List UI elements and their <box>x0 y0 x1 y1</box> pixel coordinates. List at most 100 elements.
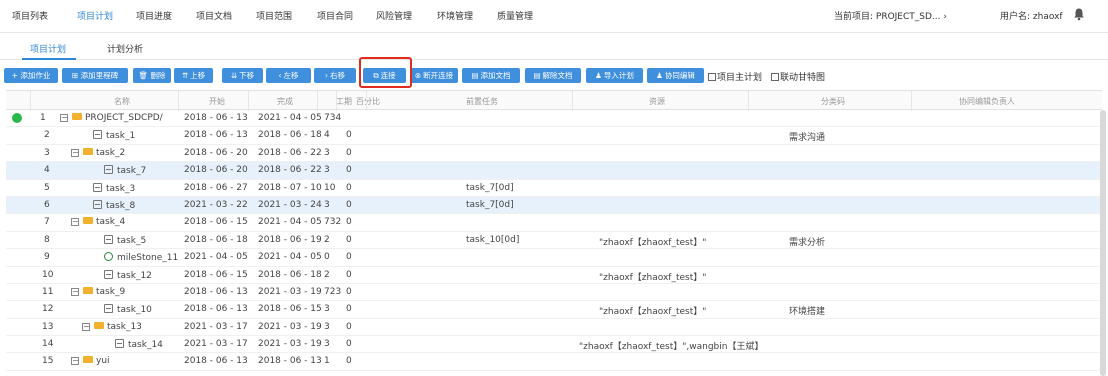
predecessor-cell[interactable]: task_10[0d] <box>466 235 519 245</box>
collapse-toggle-icon[interactable]: − <box>71 287 79 296</box>
duration-cell[interactable]: 3 <box>324 200 330 210</box>
category-cell[interactable]: 需求沟通 <box>789 130 825 143</box>
start-date-cell[interactable]: 2018 - 06 - 15 <box>184 217 248 227</box>
percent-cell[interactable]: 0 <box>346 183 352 193</box>
table-row[interactable]: 11 − task_9 2018 - 06 - 13 2021 - 03 - 19 723… <box>6 284 1102 302</box>
predecessor-cell[interactable]: task_7[0d] <box>466 183 514 193</box>
percent-cell[interactable]: 0 <box>346 287 352 297</box>
task-name-cell[interactable]: task_8 <box>93 199 135 211</box>
delete-button[interactable]: 🗑 删除 <box>133 68 171 83</box>
nav-risk-mgmt[interactable]: 风险管理 <box>376 9 412 22</box>
end-date-cell[interactable]: 2018 - 06 - 19 <box>258 235 322 245</box>
table-row[interactable]: 5 task_3 2018 - 06 - 27 2018 - 07 - 10 10 0 ta… <box>6 180 1102 197</box>
task-name-cell[interactable]: − PROJECT_SDCPD/ <box>60 113 163 123</box>
percent-cell[interactable]: 0 <box>346 130 352 140</box>
duration-cell[interactable]: 4 <box>324 130 330 140</box>
start-date-cell[interactable]: 2018 - 06 - 15 <box>184 270 248 280</box>
task-name-cell[interactable]: − yui <box>71 356 110 366</box>
duration-cell[interactable]: 3 <box>324 339 330 349</box>
end-date-cell[interactable]: 2018 - 06 - 22 <box>258 148 322 158</box>
category-cell[interactable]: 需求分析 <box>789 235 825 248</box>
vertical-scrollbar[interactable] <box>1100 110 1106 376</box>
col-predecessor[interactable]: 前置任务 <box>466 96 498 107</box>
resource-cell[interactable]: "zhaoxf【zhaoxf_test】" <box>599 235 706 248</box>
nav-project-list[interactable]: 项目列表 <box>12 9 48 22</box>
end-date-cell[interactable]: 2021 - 03 - 19 <box>258 322 322 332</box>
start-date-cell[interactable]: 2018 - 06 - 13 <box>184 356 248 366</box>
task-name-cell[interactable]: − task_2 <box>71 147 125 158</box>
duration-cell[interactable]: 732 <box>324 217 341 227</box>
nav-project-contract[interactable]: 项目合同 <box>317 9 353 22</box>
end-date-cell[interactable]: 2021 - 03 - 19 <box>258 339 322 349</box>
start-date-cell[interactable]: 2021 - 03 - 17 <box>184 322 248 332</box>
move-up-button[interactable]: ⇈ 上移 <box>174 68 213 83</box>
start-date-cell[interactable]: 2018 - 06 - 18 <box>184 235 248 245</box>
add-task-button[interactable]: + 添加作业 <box>4 68 58 83</box>
gantt-link-checkbox[interactable]: 联动甘特图 <box>771 70 825 83</box>
duration-cell[interactable]: 0 <box>324 252 330 262</box>
current-project-selector[interactable]: 当前项目: PROJECT_SD... › <box>834 9 947 22</box>
task-name-cell[interactable]: − task_9 <box>71 286 125 297</box>
move-down-button[interactable]: ⇊ 下移 <box>222 68 263 83</box>
bell-icon[interactable] <box>1072 7 1086 21</box>
end-date-cell[interactable]: 2021 - 04 - 05 <box>258 217 322 227</box>
table-row[interactable]: 13 − task_13 2021 - 03 - 17 2021 - 03 - 19 3 0 <box>6 319 1102 337</box>
master-plan-checkbox[interactable]: 项目主计划 <box>708 70 762 83</box>
percent-cell[interactable]: 0 <box>346 148 352 158</box>
start-date-cell[interactable]: 2018 - 06 - 13 <box>184 113 248 123</box>
tab-plan-analysis[interactable]: 计划分析 <box>107 42 143 55</box>
table-row[interactable]: 14 task_14 2021 - 03 - 17 2021 - 03 - 19 3 0 "… <box>6 336 1102 354</box>
task-name-cell[interactable]: task_1 <box>93 130 135 141</box>
move-right-button[interactable]: › 右移 <box>314 68 356 83</box>
end-date-cell[interactable]: 2021 - 03 - 24 <box>258 200 322 210</box>
col-resource[interactable]: 资源 <box>649 96 665 107</box>
duration-cell[interactable]: 723 <box>324 287 341 297</box>
duration-cell[interactable]: 3 <box>324 165 330 175</box>
start-date-cell[interactable]: 2018 - 06 - 20 <box>184 165 248 175</box>
import-plan-button[interactable]: ♟ 导入计划 <box>586 68 643 83</box>
start-date-cell[interactable]: 2018 - 06 - 20 <box>184 148 248 158</box>
task-name-cell[interactable]: mileStone_11 <box>104 252 178 263</box>
resource-cell[interactable]: "zhaoxf【zhaoxf_test】" <box>599 304 706 317</box>
end-date-cell[interactable]: 2018 - 06 - 18 <box>258 270 322 280</box>
end-date-cell[interactable]: 2018 - 06 - 13 <box>258 356 322 366</box>
end-date-cell[interactable]: 2021 - 03 - 19 <box>258 287 322 297</box>
table-row[interactable]: 9 mileStone_11 2021 - 04 - 05 2021 - 04 - 0… <box>6 249 1102 267</box>
task-name-cell[interactable]: task_10 <box>104 304 152 315</box>
col-name[interactable]: 名称 <box>114 96 130 107</box>
nav-project-scope[interactable]: 项目范围 <box>256 9 292 22</box>
nav-quality-mgmt[interactable]: 质量管理 <box>497 9 533 22</box>
duration-cell[interactable]: 3 <box>324 148 330 158</box>
table-row[interactable]: 2 task_1 2018 - 06 - 13 2018 - 06 - 18 4 0 需求沟… <box>6 127 1102 145</box>
start-date-cell[interactable]: 2018 - 06 - 27 <box>184 183 248 193</box>
table-row[interactable]: 8 task_5 2018 - 06 - 18 2018 - 06 - 19 2 0 tas… <box>6 232 1102 250</box>
remove-document-button[interactable]: ▤ 解除文档 <box>525 68 581 83</box>
percent-cell[interactable]: 0 <box>346 165 352 175</box>
duration-cell[interactable]: 1 <box>324 356 330 366</box>
duration-cell[interactable]: 2 <box>324 235 330 245</box>
task-name-cell[interactable]: task_12 <box>104 269 152 281</box>
table-row[interactable]: 1 − PROJECT_SDCPD/2018 - 06 - 13 2021 - 04 … <box>6 110 1102 128</box>
start-date-cell[interactable]: 2021 - 03 - 17 <box>184 339 248 349</box>
collapse-toggle-icon[interactable]: − <box>82 322 90 331</box>
duration-cell[interactable]: 734 <box>324 113 341 123</box>
percent-cell[interactable]: 0 <box>346 356 352 366</box>
task-name-cell[interactable]: − task_4 <box>71 217 125 227</box>
start-date-cell[interactable]: 2018 - 06 - 13 <box>184 130 248 140</box>
percent-cell[interactable]: 0 <box>346 235 352 245</box>
col-duration[interactable]: 工期 <box>336 96 352 107</box>
collapse-toggle-icon[interactable]: − <box>71 357 79 366</box>
table-row[interactable]: 3− task_2 2018 - 06 - 20 2018 - 06 - 22 3 0 <box>6 145 1102 163</box>
end-date-cell[interactable]: 2021 - 04 - 05 <box>258 252 322 262</box>
table-row[interactable]: 15− yui 2018 - 06 - 13 2018 - 06 - 13 1 0 <box>6 353 1102 371</box>
duration-cell[interactable]: 3 <box>324 322 330 332</box>
task-name-cell[interactable]: − task_13 <box>82 321 142 332</box>
task-name-cell[interactable]: task_5 <box>104 234 146 246</box>
nav-project-plan[interactable]: 项目计划 <box>77 9 113 22</box>
table-row[interactable]: 10 task_12 2018 - 06 - 15 2018 - 06 - 18 2 0 "… <box>6 267 1102 284</box>
add-milestone-button[interactable]: ⊞ 添加里程碑 <box>62 68 128 83</box>
task-name-cell[interactable]: task_14 <box>115 339 163 350</box>
nav-project-docs[interactable]: 项目文档 <box>196 9 232 22</box>
percent-cell[interactable]: 0 <box>346 217 352 227</box>
task-name-cell[interactable]: task_7 <box>104 165 146 176</box>
